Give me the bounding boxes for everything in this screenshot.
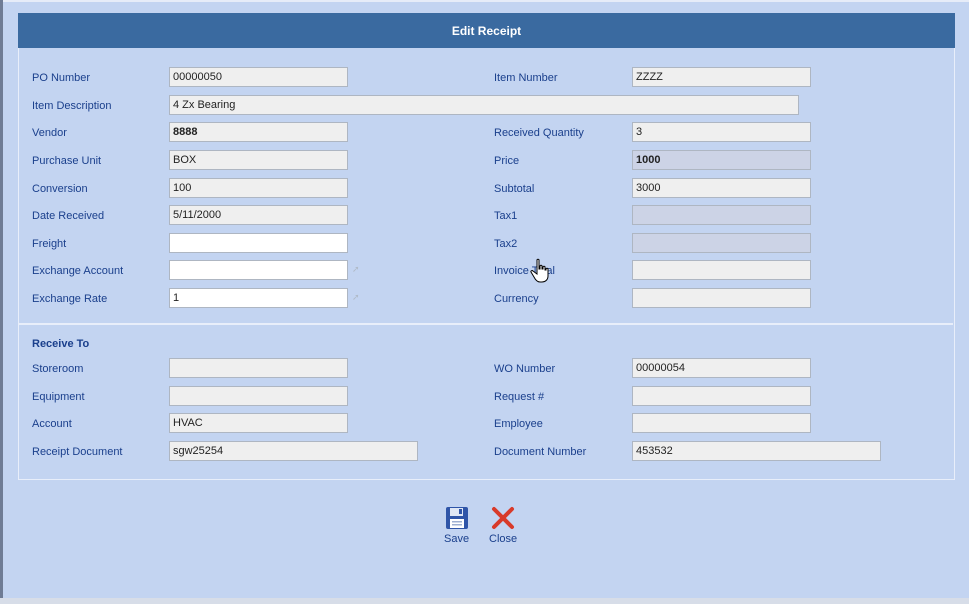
wo-number-label: WO Number	[494, 363, 556, 375]
window-left-border	[0, 0, 3, 604]
purchase-unit-label: Purchase Unit	[32, 155, 102, 167]
section-divider	[18, 323, 953, 325]
currency-field[interactable]	[632, 288, 811, 308]
equipment-label: Equipment	[32, 391, 85, 403]
freight-label: Freight	[32, 238, 67, 250]
request-number-label: Request #	[494, 391, 545, 403]
received-quantity-field[interactable]	[632, 122, 811, 142]
lookup-icon[interactable]: ➚	[352, 265, 361, 274]
tax2-label: Tax2	[494, 238, 518, 250]
exchange-account-field[interactable]	[169, 260, 348, 280]
lookup-icon[interactable]: ➚	[352, 293, 361, 302]
edit-receipt-panel	[18, 13, 955, 480]
price-label: Price	[494, 155, 520, 167]
conversion-label: Conversion	[32, 183, 88, 195]
invoice-total-field[interactable]	[632, 260, 811, 280]
document-number-field[interactable]	[632, 441, 881, 461]
save-button[interactable]: Save	[444, 506, 469, 545]
request-number-field[interactable]	[632, 386, 811, 406]
receive-to-heading: Receive To	[32, 338, 90, 350]
subtotal-label: Subtotal	[494, 183, 535, 195]
tax1-field[interactable]	[632, 205, 811, 225]
receipt-document-label: Receipt Document	[32, 446, 123, 458]
exchange-rate-label: Exchange Rate	[32, 293, 108, 305]
tax1-label: Tax1	[494, 210, 518, 222]
purchase-unit-field[interactable]	[169, 150, 348, 170]
item-number-label: Item Number	[494, 72, 558, 84]
document-number-label: Document Number	[494, 446, 587, 458]
vendor-label: Vendor	[32, 127, 67, 139]
floppy-disk-icon	[445, 507, 468, 529]
account-label: Account	[32, 418, 72, 430]
item-description-label: Item Description	[32, 100, 112, 112]
window-bottom-border	[0, 598, 969, 604]
wo-number-field[interactable]	[632, 358, 811, 378]
receipt-document-field[interactable]	[169, 441, 418, 461]
dialog-title: Edit Receipt	[18, 13, 955, 48]
storeroom-label: Storeroom	[32, 363, 84, 375]
employee-label: Employee	[494, 418, 543, 430]
window-top-border	[0, 0, 969, 2]
vendor-field[interactable]	[169, 122, 348, 142]
exchange-rate-field[interactable]	[169, 288, 348, 308]
storeroom-field[interactable]	[169, 358, 348, 378]
tax2-field[interactable]	[632, 233, 811, 253]
equipment-field[interactable]	[169, 386, 348, 406]
item-description-field[interactable]	[169, 95, 799, 115]
item-number-field[interactable]	[632, 67, 811, 87]
close-button[interactable]: Close	[489, 506, 517, 545]
date-received-label: Date Received	[32, 210, 105, 222]
po-number-label: PO Number	[32, 72, 91, 84]
close-icon	[492, 507, 515, 529]
currency-label: Currency	[494, 293, 539, 305]
price-field[interactable]	[632, 150, 811, 170]
close-label: Close	[489, 533, 518, 545]
conversion-field[interactable]	[169, 178, 348, 198]
exchange-account-label: Exchange Account	[32, 265, 124, 277]
freight-field[interactable]	[169, 233, 348, 253]
account-field[interactable]	[169, 413, 348, 433]
subtotal-field[interactable]	[632, 178, 811, 198]
save-label: Save	[444, 533, 470, 545]
employee-field[interactable]	[632, 413, 811, 433]
date-received-field[interactable]	[169, 205, 348, 225]
received-quantity-label: Received Quantity	[494, 127, 584, 139]
hand-cursor-icon	[530, 258, 549, 283]
po-number-field[interactable]	[169, 67, 348, 87]
